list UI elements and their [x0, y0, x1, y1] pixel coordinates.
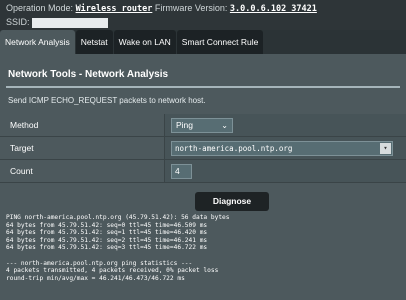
diagnose-button[interactable]: Diagnose: [195, 192, 269, 211]
page-title: Network Tools - Network Analysis: [8, 69, 169, 80]
title-divider: [6, 86, 400, 88]
target-input[interactable]: north-america.pool.ntp.org ▾: [171, 140, 393, 156]
console-line: round-trip min/avg/max = 46.241/46.473/4…: [6, 274, 185, 282]
main-panel: Network Tools - Network Analysis Send IC…: [0, 54, 406, 300]
console-line: 64 bytes from 45.79.51.42: seq=3 ttl=45 …: [6, 244, 208, 252]
method-label: Method: [0, 114, 165, 136]
analysis-form: Method Ping ⌄ Target north-america.pool.…: [0, 114, 406, 183]
method-select[interactable]: Ping ⌄: [171, 117, 233, 133]
firmware-label: Firmware Version:: [154, 3, 228, 13]
console-line: PING north-america.pool.ntp.org (45.79.5…: [6, 214, 230, 221]
console-line: 64 bytes from 45.79.51.42: seq=1 ttl=45 …: [6, 229, 208, 237]
tab-wake-on-lan[interactable]: Wake on LAN: [113, 30, 176, 54]
method-field: Ping ⌄: [165, 114, 406, 136]
count-row: Count 4: [0, 160, 406, 183]
firmware-version-link[interactable]: 3.0.0.6.102_37421: [230, 4, 317, 14]
console-line: 64 bytes from 45.79.51.42: seq=0 ttl=45 …: [6, 221, 208, 229]
count-input[interactable]: 4: [171, 163, 192, 179]
chevron-down-icon: ⌄: [221, 120, 228, 130]
target-row: Target north-america.pool.ntp.org ▾: [0, 137, 406, 160]
status-header: Operation Mode: Wireless router Firmware…: [0, 0, 406, 30]
ssid-line: SSID:: [6, 16, 400, 29]
tab-netstat[interactable]: Netstat: [75, 30, 113, 54]
operation-mode-label: Operation Mode:: [6, 3, 74, 13]
tab-bar: Network Analysis Netstat Wake on LAN Sma…: [0, 30, 406, 54]
operation-mode-line: Operation Mode: Wireless router Firmware…: [6, 2, 400, 16]
console-output: PING north-america.pool.ntp.org (45.79.5…: [4, 214, 402, 300]
operation-mode-link[interactable]: Wireless router: [76, 4, 153, 14]
dropdown-arrow-icon[interactable]: ▾: [380, 142, 391, 154]
count-field: 4: [165, 160, 406, 182]
target-input-value: north-america.pool.ntp.org: [175, 143, 293, 153]
ssid-label: SSID:: [6, 17, 30, 27]
target-label: Target: [0, 137, 165, 159]
console-line: --- north-america.pool.ntp.org ping stat…: [6, 259, 193, 267]
ssid-redacted-box: [31, 17, 108, 28]
tab-smart-connect-rule[interactable]: Smart Connect Rule: [176, 30, 264, 54]
page-description: Send ICMP ECHO_REQUEST packets to networ…: [8, 96, 206, 105]
method-select-value: Ping: [176, 119, 194, 130]
method-row: Method Ping ⌄: [0, 114, 406, 137]
console-line: 64 bytes from 45.79.51.42: seq=2 ttl=45 …: [6, 236, 208, 244]
tab-network-analysis[interactable]: Network Analysis: [0, 30, 75, 54]
count-label: Count: [0, 160, 165, 182]
console-line: 4 packets transmitted, 4 packets receive…: [6, 267, 219, 275]
target-field: north-america.pool.ntp.org ▾: [165, 137, 406, 159]
